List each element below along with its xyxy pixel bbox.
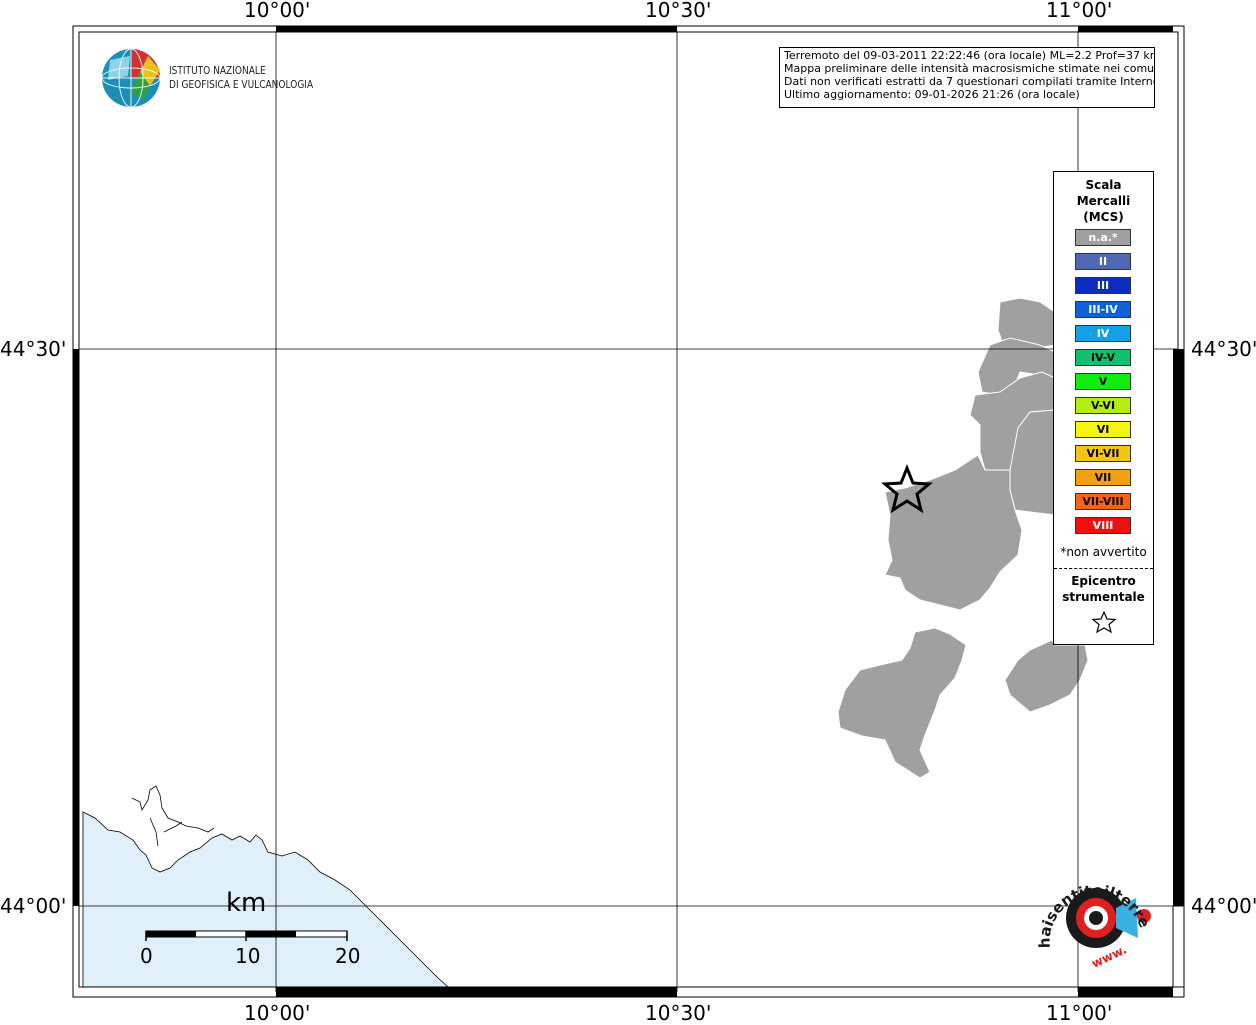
scale-title: km (226, 888, 267, 918)
ingv-logo-globe (101, 48, 161, 108)
info-line: Dati non verificati estratti da 7 questi… (784, 75, 1155, 88)
info-line: Mappa preliminare delle intensità macros… (784, 62, 1155, 75)
haisentito-logo: haisentitoilterremoto.it www. (1032, 858, 1154, 971)
bottom-lon-label: 11°00' (1046, 1001, 1113, 1025)
legend-items: n.a.* II III III-IV IV IV-V V V-VI VI VI-VII VII VI… (1075, 229, 1131, 541)
top-lon-label: 11°00' (1046, 0, 1113, 22)
mcs-legend: Scala Mercalli (MCS) n.a.* II III III-IV IV I… (1053, 171, 1154, 645)
legend-item: VII-VIII (1075, 493, 1131, 510)
legend-item: III-IV (1075, 301, 1131, 318)
legend-star-icon (1091, 610, 1117, 634)
left-lat-label: 44°00' (0, 894, 67, 918)
bottom-lon-label: 10°30' (645, 1001, 712, 1025)
info-line: Terremoto del 09-03-2011 22:22:46 (ora l… (784, 49, 1155, 62)
left-lat-label: 44°30' (0, 337, 67, 361)
legend-note: *non avvertito (1060, 545, 1147, 559)
legend-item: III (1075, 277, 1131, 294)
ingv-line-1: ISTITUTO NAZIONALE (169, 64, 266, 77)
comune-area (1004, 639, 1089, 713)
legend-item: IV-V (1075, 349, 1131, 366)
comune-area (837, 627, 967, 779)
bottom-lon-label: 10°00' (244, 1001, 311, 1025)
legend-item: II (1075, 253, 1131, 270)
top-lon-label: 10°00' (244, 0, 311, 22)
legend-title: Scala Mercalli (MCS) (1076, 178, 1131, 224)
legend-item: IV (1075, 325, 1131, 342)
legend-item: V (1075, 373, 1131, 390)
legend-item: VII (1075, 469, 1131, 486)
legend-item: V-VI (1075, 397, 1131, 414)
scale-label: 20 (335, 944, 361, 968)
legend-epicentre-label: Epicentro strumentale (1062, 574, 1145, 604)
right-lat-label: 44°30' (1191, 337, 1256, 361)
legend-item: VIII (1075, 517, 1131, 534)
scale-label: 0 (140, 944, 153, 968)
top-lon-label: 10°30' (645, 0, 712, 22)
info-line: Ultimo aggiornamento: 09-01-2026 21:26 (… (784, 88, 1080, 101)
legend-item: VI-VII (1075, 445, 1131, 462)
right-lat-label: 44°00' (1191, 894, 1256, 918)
comune-area (884, 454, 1023, 611)
ingv-logo-text: ISTITUTO NAZIONALE DI GEOFISICA E VULCAN… (169, 64, 313, 92)
legend-item: n.a.* (1075, 229, 1131, 246)
legend-item: VI (1075, 421, 1131, 438)
scale-label: 10 (235, 944, 261, 968)
event-info-box: Terremoto del 09-03-2011 22:22:46 (ora l… (779, 47, 1155, 108)
legend-separator (1054, 568, 1153, 569)
ingv-line-2: DI GEOFISICA E VULCANOLOGIA (169, 78, 314, 91)
coast-detail (131, 785, 215, 847)
